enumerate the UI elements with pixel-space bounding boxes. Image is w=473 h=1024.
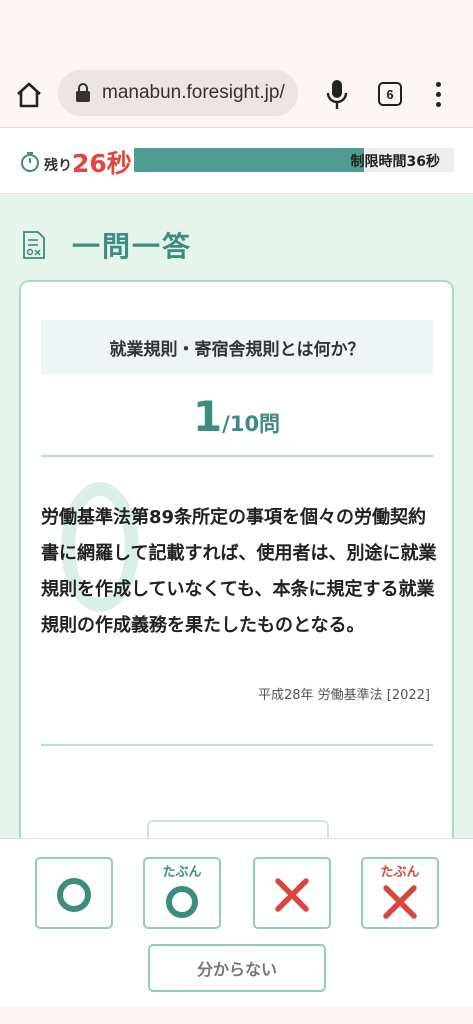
answer-maybe-true-button[interactable]: たぶん bbox=[143, 857, 221, 929]
overflow-menu-icon[interactable] bbox=[430, 82, 446, 110]
maybe-label: たぶん bbox=[380, 865, 420, 880]
topic-box: 就業規則・寄宿舎規則とは何か？ bbox=[41, 320, 433, 374]
current-question-number: 1 bbox=[192, 392, 223, 441]
answer-false-button[interactable] bbox=[253, 857, 331, 929]
lock-icon bbox=[76, 83, 90, 102]
main-content: 一問一答 就業規則・寄宿舎規則とは何か？ 1/10問 労働基準法第89条所定の事… bbox=[0, 195, 473, 840]
remaining-label: 残り bbox=[44, 158, 72, 174]
microphone-icon[interactable] bbox=[324, 78, 350, 112]
remaining-seconds: 26秒 bbox=[72, 149, 132, 178]
maybe-label: たぶん bbox=[162, 865, 202, 880]
question-source: 平成28年 労働基準法 [2022] bbox=[257, 688, 430, 703]
time-progress-fill bbox=[134, 148, 365, 172]
circle-icon bbox=[57, 878, 91, 912]
answer-true-button[interactable] bbox=[35, 857, 113, 929]
question-counter: 1/10問 bbox=[21, 392, 452, 441]
question-text: 労働基準法第89条所定の事項を個々の労働契約書に網羅して記載すれば、使用者は、別… bbox=[41, 507, 437, 636]
url-text: manabun.foresight.jp/ bbox=[102, 82, 285, 103]
cross-icon bbox=[275, 878, 309, 912]
stopwatch-icon bbox=[21, 152, 39, 172]
status-bar bbox=[0, 0, 473, 62]
browser-toolbar: manabun.foresight.jp/ 6 bbox=[0, 62, 473, 128]
question-card: 就業規則・寄宿舎規則とは何か？ 1/10問 労働基準法第89条所定の事項を個々の… bbox=[19, 280, 454, 840]
time-progress-track: 制限時間36秒 bbox=[134, 148, 454, 172]
divider-bottom bbox=[41, 744, 433, 746]
tab-switcher-button[interactable]: 6 bbox=[378, 82, 402, 106]
dont-know-button[interactable]: 分からない bbox=[148, 944, 326, 992]
quiz-sheet-icon bbox=[23, 231, 45, 259]
divider-top bbox=[41, 455, 433, 457]
home-icon[interactable] bbox=[14, 80, 44, 110]
circle-icon bbox=[166, 886, 198, 918]
bottom-strip bbox=[0, 1006, 473, 1024]
answer-panel: たぶん たぶん 分からない bbox=[0, 838, 473, 1006]
hidden-action-button[interactable] bbox=[147, 820, 329, 840]
cross-icon bbox=[383, 885, 417, 919]
timer-bar: 残り 26秒 制限時間36秒 bbox=[0, 128, 473, 194]
total-questions: /10問 bbox=[222, 412, 281, 436]
answer-maybe-false-button[interactable]: たぶん bbox=[361, 857, 439, 929]
page-title: 一問一答 bbox=[72, 230, 193, 263]
address-bar[interactable]: manabun.foresight.jp/ bbox=[58, 70, 298, 116]
time-limit-text: 制限時間36秒 bbox=[350, 154, 440, 170]
topic-title: 就業規則・寄宿舎規則とは何か？ bbox=[109, 339, 365, 360]
page-header: 一問一答 bbox=[22, 225, 192, 265]
